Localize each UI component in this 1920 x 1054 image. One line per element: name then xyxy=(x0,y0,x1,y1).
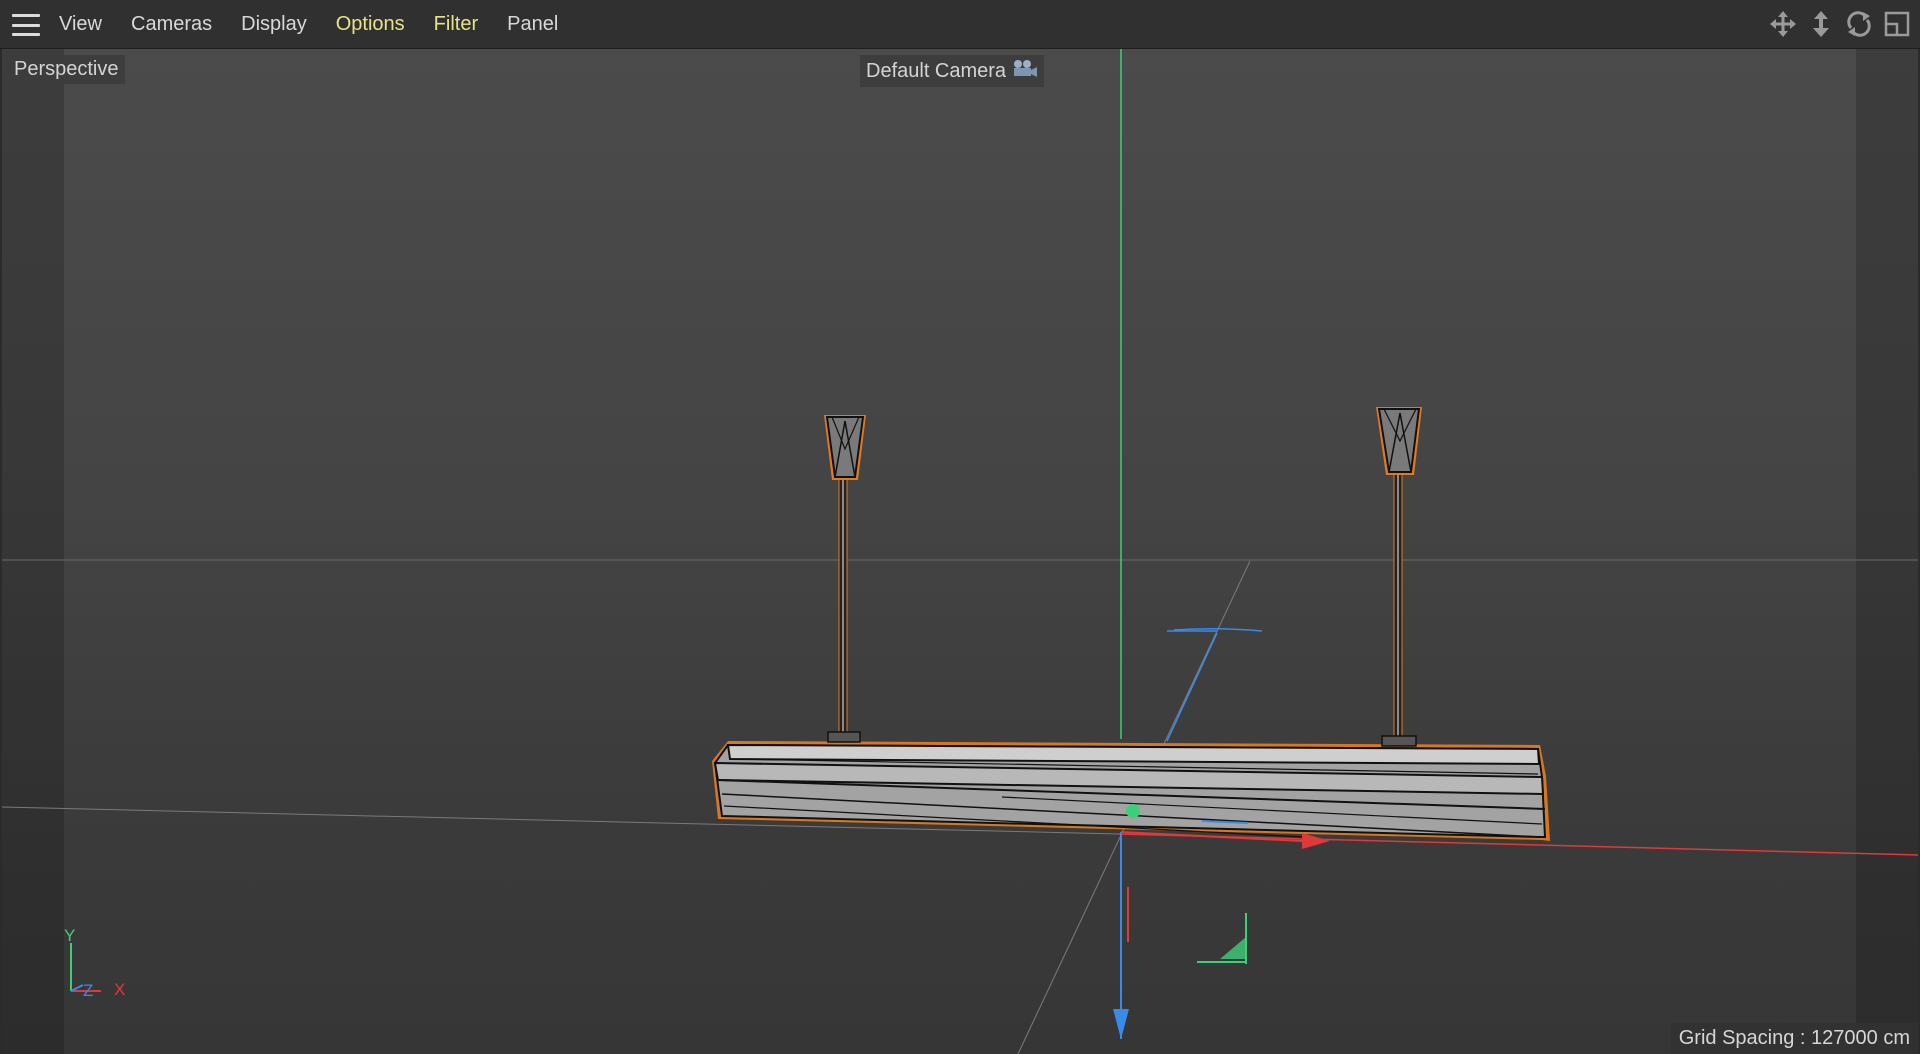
lamp-pole-right xyxy=(1376,407,1422,747)
move-view-icon[interactable] xyxy=(1768,9,1798,39)
lamp-base xyxy=(712,741,1550,841)
camera-label-text: Default Camera xyxy=(866,59,1007,82)
scene-render[interactable] xyxy=(2,49,1918,1054)
hamburger-menu-icon[interactable] xyxy=(12,14,42,36)
world-axis-indicator: Y Z X xyxy=(57,926,137,1009)
axis-z-label: Z xyxy=(83,981,94,1000)
toggle-layout-icon[interactable] xyxy=(1882,9,1912,39)
projection-label[interactable]: Perspective xyxy=(8,55,125,84)
menu-display[interactable]: Display xyxy=(241,13,307,36)
lamp-pole-left xyxy=(824,415,866,743)
camera-label[interactable]: Default Camera xyxy=(860,55,1045,87)
menu-filter[interactable]: Filter xyxy=(434,13,478,36)
rotate-view-icon[interactable] xyxy=(1844,9,1874,39)
object-axis-gizmo xyxy=(1113,627,1330,1039)
menu-options[interactable]: Options xyxy=(336,13,405,36)
camera-icon xyxy=(1012,58,1038,84)
viewport-menubar: View Cameras Display Options Filter Pane… xyxy=(0,0,1920,49)
3d-viewport[interactable]: Perspective Default Camera Y Z X Grid Sp… xyxy=(2,49,1918,1054)
axis-x-label: X xyxy=(114,980,126,999)
menu-view[interactable]: View xyxy=(59,13,102,36)
view-navigation-icons xyxy=(1768,0,1920,48)
menu-panel[interactable]: Panel xyxy=(507,13,558,36)
axis-y-label: Y xyxy=(64,926,76,945)
grid-spacing-label: Grid Spacing : 127000 cm xyxy=(1670,1023,1918,1054)
menu-items: View Cameras Display Options Filter Pane… xyxy=(59,0,587,48)
menu-cameras[interactable]: Cameras xyxy=(131,13,212,36)
zoom-view-icon[interactable] xyxy=(1806,9,1836,39)
viewport-window: View Cameras Display Options Filter Pane… xyxy=(0,0,1920,1054)
